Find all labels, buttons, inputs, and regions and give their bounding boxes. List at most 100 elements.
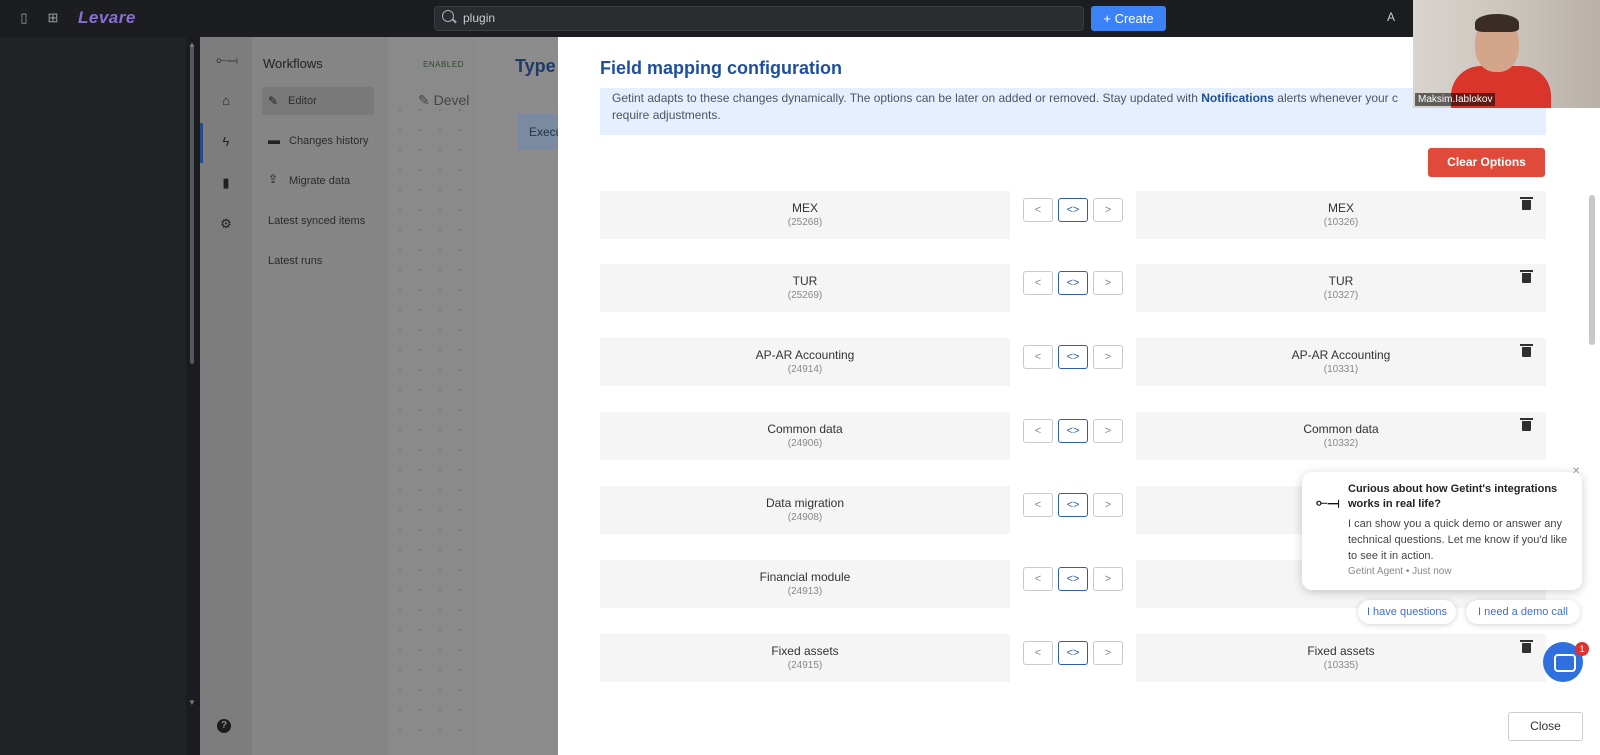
tab-devel[interactable]: ✎ Devel [418, 92, 469, 109]
apps-grid-icon[interactable]: ⊞ [45, 10, 61, 26]
sidebar-toggle-icon[interactable]: ▯ [16, 10, 32, 26]
modal-scrollbar[interactable] [1589, 195, 1595, 345]
chat-popup: ⟜⟞ ✕ Curious about how Getint's integrat… [1302, 466, 1582, 590]
source-option: MEX (25268) [600, 191, 1010, 239]
target-option-id: (10326) [1323, 217, 1359, 228]
pencil-icon: ✎ [268, 94, 279, 108]
webcam-name-label: Maksim.Iablokov [1415, 93, 1496, 106]
left-panel-scrollbar[interactable] [190, 44, 194, 364]
source-option: Common data (24906) [600, 412, 1010, 460]
bar-chart-icon[interactable]: ▮ [218, 175, 234, 191]
direction-right-button[interactable]: > [1093, 419, 1123, 443]
source-option-name: Fixed assets [771, 644, 839, 658]
nav-item-label: Editor [288, 95, 317, 107]
direction-right-button[interactable]: > [1093, 567, 1123, 591]
direction-right-button[interactable]: > [1093, 198, 1123, 222]
tab-label: Devel [433, 92, 470, 108]
direction-left-button[interactable]: < [1023, 198, 1053, 222]
trash-icon[interactable] [1520, 344, 1533, 357]
i-have-questions-button[interactable]: I have questions [1358, 600, 1456, 624]
target-option-name: Fixed assets [1307, 644, 1375, 658]
rail-active-indicator [200, 123, 203, 163]
direction-left-button[interactable]: < [1023, 271, 1053, 295]
nav-item-changes-history[interactable]: Changes history [289, 135, 369, 147]
notification-badge: 1 [1575, 642, 1589, 656]
direction-left-button[interactable]: < [1023, 641, 1053, 665]
source-option-id: (24906) [787, 438, 823, 449]
trash-icon[interactable] [1520, 640, 1533, 653]
chat-message: I can show you a quick demo or answer an… [1348, 518, 1568, 562]
source-option-name: Financial module [759, 570, 851, 584]
nav-item-latest-runs[interactable]: Latest runs [268, 255, 322, 267]
home-icon[interactable]: ⌂ [218, 93, 234, 109]
source-option-name: MEX [791, 201, 818, 215]
gear-icon[interactable]: ⚙ [218, 216, 234, 232]
direction-both-button[interactable]: <> [1058, 345, 1088, 369]
notifications-link[interactable]: Notifications [1201, 91, 1274, 105]
webcam-person-hair [1475, 14, 1519, 32]
chat-title: Curious about how Getint's integrations … [1348, 483, 1558, 510]
info-text-cont: alerts whenever your c [1273, 91, 1398, 105]
background-heading: Type [515, 56, 556, 76]
app-logo[interactable]: Levare [78, 8, 136, 28]
target-option: TUR (10327) [1136, 264, 1546, 312]
status-badge: ENABLED [423, 60, 464, 69]
nav-item-editor[interactable]: Editor [262, 87, 374, 115]
direction-right-button[interactable]: > [1093, 345, 1123, 369]
direction-both-button[interactable]: <> [1058, 271, 1088, 295]
target-option: MEX (10326) [1136, 191, 1546, 239]
nav-title: Workflows [263, 56, 323, 71]
mapping-row: MEX (25268) < <> > MEX (10326) [600, 191, 1546, 239]
target-option-name: AP-AR Accounting [1291, 348, 1391, 362]
target-option: Fixed assets (10335) [1136, 634, 1546, 682]
direction-right-button[interactable]: > [1093, 493, 1123, 517]
trash-icon[interactable] [1520, 197, 1533, 210]
direction-left-button[interactable]: < [1023, 567, 1053, 591]
canvas-dots [390, 100, 470, 740]
direction-both-button[interactable]: <> [1058, 419, 1088, 443]
source-option-name: Data migration [765, 496, 845, 510]
target-option-id: (10327) [1323, 290, 1359, 301]
direction-both-button[interactable]: <> [1058, 641, 1088, 665]
app-switcher-label[interactable]: A [1387, 10, 1395, 24]
webcam-overlay [1413, 0, 1600, 108]
source-option: AP-AR Accounting (24914) [600, 338, 1010, 386]
search-input[interactable]: plugin [434, 6, 1084, 31]
mapping-row: AP-AR Accounting (24914) < <> > AP-AR Account… [600, 338, 1546, 386]
close-icon[interactable]: ✕ [1572, 466, 1580, 477]
source-option-name: TUR [792, 274, 818, 288]
direction-right-button[interactable]: > [1093, 271, 1123, 295]
getint-logo-icon[interactable]: ⟜⟞ [214, 52, 240, 68]
source-option: TUR (25269) [600, 264, 1010, 312]
direction-left-button[interactable]: < [1023, 345, 1053, 369]
target-option-id: (10331) [1323, 364, 1359, 375]
trash-icon[interactable] [1520, 270, 1533, 283]
source-option: Financial module (24913) [600, 560, 1010, 608]
scroll-up-icon[interactable]: ▲ [188, 40, 196, 49]
lightning-icon[interactable]: ϟ [218, 134, 234, 150]
demo-call-button[interactable]: I need a demo call [1466, 600, 1580, 624]
help-icon[interactable]: ? [217, 719, 231, 733]
create-button[interactable]: + Create [1091, 6, 1166, 31]
direction-both-button[interactable]: <> [1058, 493, 1088, 517]
info-text-line2: require adjustments. [612, 108, 721, 122]
mapping-row: Common data (24906) < <> > Common data (10332) [600, 412, 1546, 460]
nav-item-migrate-data[interactable]: Migrate data [289, 175, 350, 187]
direction-both-button[interactable]: <> [1058, 198, 1088, 222]
info-banner: Getint adapts to these changes dynamical… [600, 88, 1546, 135]
chat-meta: Getint Agent • Just now [1348, 566, 1452, 577]
nav-item-latest-synced[interactable]: Latest synced items [268, 215, 365, 227]
target-option: Common data (10332) [1136, 412, 1546, 460]
source-option-name: AP-AR Accounting [755, 348, 855, 362]
direction-left-button[interactable]: < [1023, 493, 1053, 517]
folder-icon: ▬ [268, 133, 280, 147]
source-option-id: (24908) [787, 512, 823, 523]
direction-both-button[interactable]: <> [1058, 567, 1088, 591]
close-button[interactable]: Close [1508, 712, 1583, 741]
scroll-down-icon[interactable]: ▼ [188, 698, 196, 707]
direction-left-button[interactable]: < [1023, 419, 1053, 443]
source-option: Fixed assets (24915) [600, 634, 1010, 682]
clear-options-button[interactable]: Clear Options [1428, 148, 1545, 177]
trash-icon[interactable] [1520, 418, 1533, 431]
direction-right-button[interactable]: > [1093, 641, 1123, 665]
